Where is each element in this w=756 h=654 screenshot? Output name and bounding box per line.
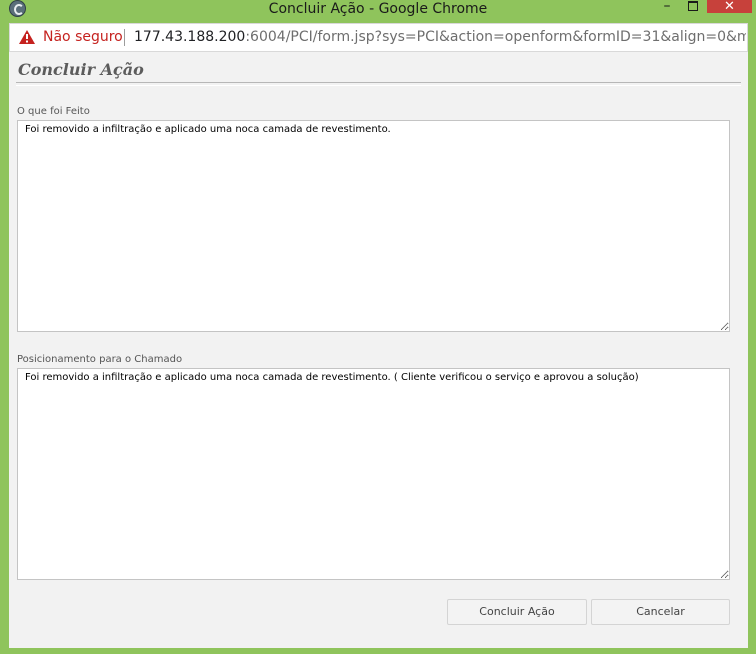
url-text[interactable]: 177.43.188.200:6004/PCI/form.jsp?sys=PCI… [134, 29, 746, 45]
cancelar-button[interactable]: Cancelar [591, 599, 730, 625]
title-divider [16, 82, 741, 86]
dialog-page: Concluir Ação O que foi Feito Foi removi… [9, 52, 748, 648]
page-title: Concluir Ação [18, 60, 144, 79]
address-separator [124, 29, 125, 46]
posicionamento-textarea[interactable]: Foi removido a infiltração e aplicado um… [17, 368, 730, 580]
warning-triangle-icon[interactable] [19, 30, 35, 44]
window-titlebar[interactable]: Concluir Ação - Google Chrome – ✕ [0, 0, 756, 20]
close-button[interactable]: ✕ [707, 0, 752, 13]
field-label-posicionamento: Posicionamento para o Chamado [17, 354, 183, 365]
maximize-icon [688, 1, 698, 11]
url-host: 177.43.188.200 [134, 29, 246, 45]
minimize-button[interactable]: – [658, 0, 676, 14]
address-bar[interactable]: Não seguro 177.43.188.200:6004/PCI/form.… [9, 23, 748, 52]
field-label-o-que-foi-feito: O que foi Feito [17, 106, 90, 117]
concluir-acao-button[interactable]: Concluir Ação [447, 599, 587, 625]
window-title: Concluir Ação - Google Chrome [268, 1, 488, 17]
o-que-foi-feito-textarea[interactable]: Foi removido a infiltração e aplicado um… [17, 120, 730, 332]
maximize-button[interactable] [684, 0, 702, 14]
security-status-label[interactable]: Não seguro [43, 29, 123, 45]
url-path: :6004/PCI/form.jsp?sys=PCI&action=openfo… [245, 29, 746, 45]
